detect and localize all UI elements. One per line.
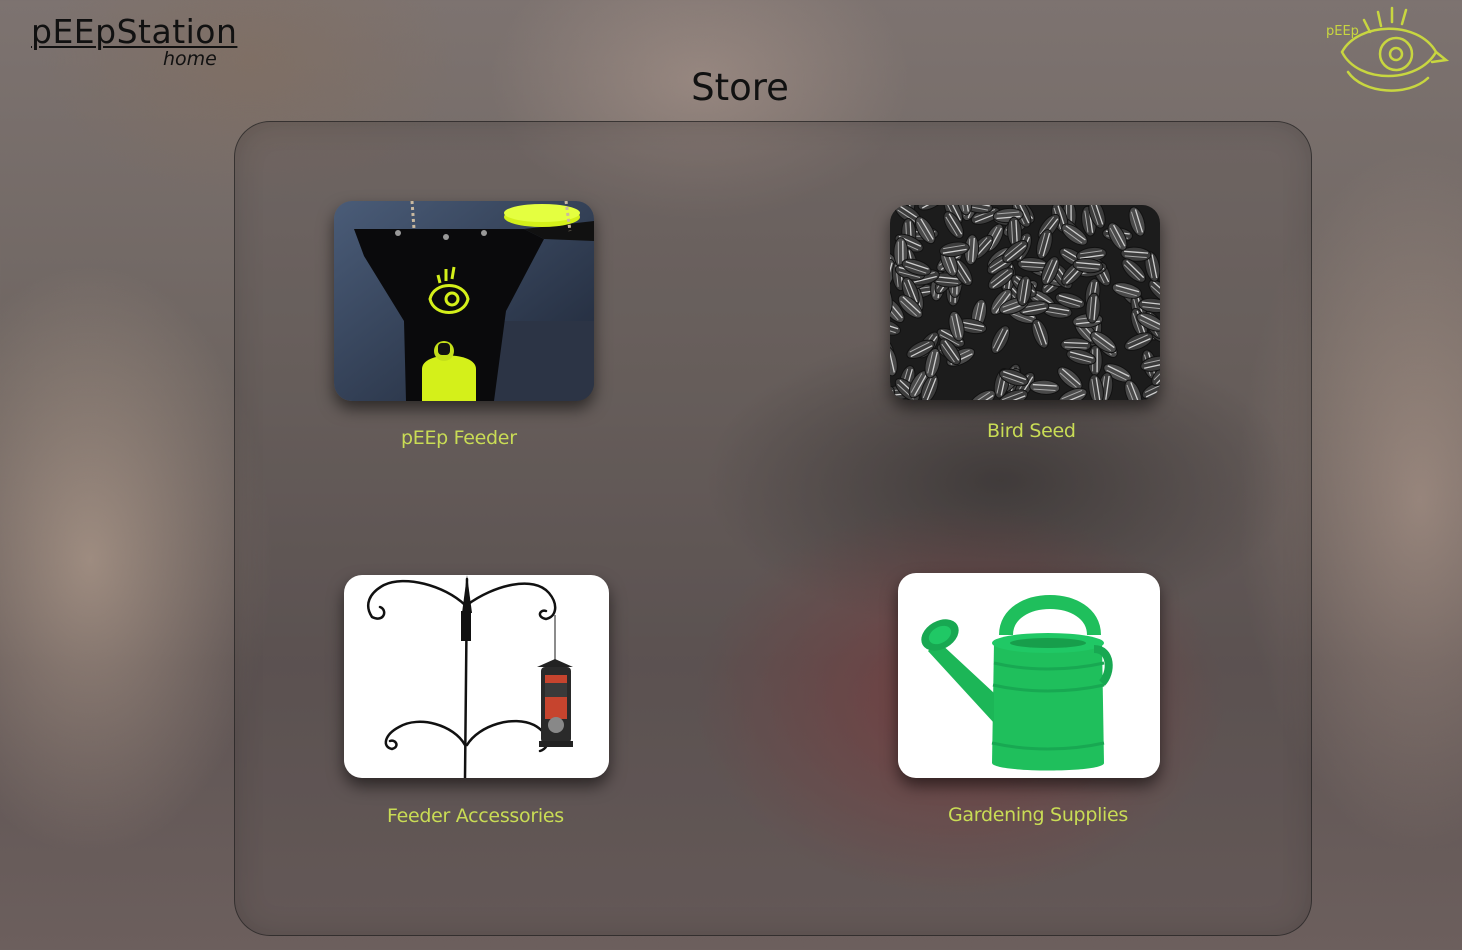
store-panel: pEEp Feeder Bird Seed Feeder Accessories…: [234, 121, 1312, 936]
site-title[interactable]: pEEpStation: [31, 12, 237, 51]
feeder-accessories-image[interactable]: [344, 575, 609, 778]
gardening-supplies-image[interactable]: [898, 573, 1160, 778]
product-label[interactable]: Feeder Accessories: [387, 805, 564, 827]
product-label[interactable]: Bird Seed: [987, 420, 1076, 442]
peep-feeder-image[interactable]: [334, 201, 594, 401]
page-title: Store: [691, 66, 789, 109]
bird-seed-image[interactable]: [890, 205, 1160, 400]
product-label[interactable]: Gardening Supplies: [948, 804, 1128, 826]
eye-logo-icon[interactable]: pEEp: [1318, 2, 1452, 102]
logo-text: pEEp: [1326, 24, 1359, 39]
product-label[interactable]: pEEp Feeder: [401, 427, 517, 449]
